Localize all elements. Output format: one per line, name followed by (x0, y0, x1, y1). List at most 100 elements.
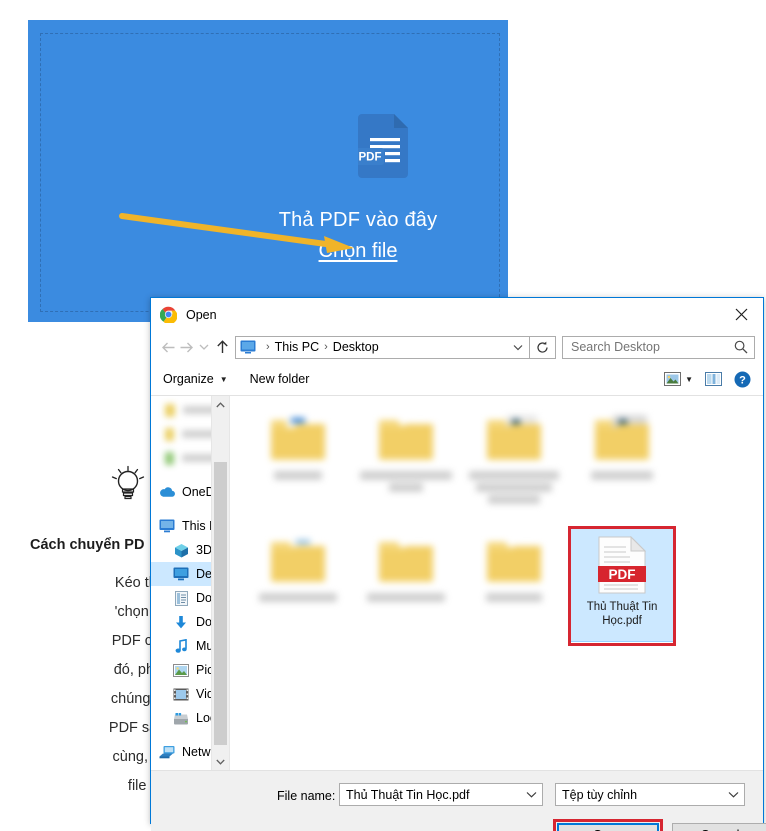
view-layout-icon (664, 371, 682, 386)
dialog-navbar: › This PC › Desktop (151, 331, 763, 363)
file-item-pdf-selected[interactable]: PDF Thủ Thuật Tin Học.pdf (568, 526, 677, 648)
desktop-icon (173, 566, 189, 582)
file-grid: PDF Thủ Thuật Tin Học.pdf (244, 404, 763, 648)
organize-label: Organize (163, 372, 214, 386)
file-item-folder[interactable] (244, 526, 352, 648)
breadcrumb-sep-2: › (324, 341, 328, 353)
scroll-down-button[interactable] (212, 753, 229, 770)
monitor-glyph (240, 340, 256, 354)
navigation-pane: OneDrive This PC (151, 396, 230, 770)
chrome-icon (160, 306, 177, 323)
file-label-blurred (466, 590, 562, 602)
3d-objects-icon (173, 542, 189, 558)
network-icon (159, 744, 175, 760)
recent-locations-button[interactable] (195, 335, 213, 359)
dialog-footer: File name: Tệp tùy chỉnh Open (151, 770, 766, 831)
pdf-file-content: PDF Thủ Thuật Tin Học.pdf (568, 526, 676, 628)
scroll-up-button[interactable] (212, 396, 229, 413)
article-title: Cách chuyển PD (30, 537, 145, 553)
folder-icon (271, 537, 326, 582)
breadcrumb-item-this-pc[interactable]: This PC (275, 340, 319, 354)
open-button[interactable]: Open (557, 823, 659, 831)
svg-text:PDF: PDF (359, 152, 382, 164)
file-item-folder[interactable] (244, 404, 352, 526)
breadcrumb-item-desktop[interactable]: Desktop (333, 340, 379, 354)
chevron-down-icon (513, 344, 523, 350)
chevron-down-icon: ▼ (685, 374, 693, 384)
refresh-button[interactable] (530, 335, 556, 359)
command-bar-right-group: ▼ ? (664, 371, 751, 388)
new-folder-button[interactable]: New folder (250, 372, 310, 386)
chevron-down-icon[interactable] (520, 784, 542, 805)
folder-icon (487, 415, 542, 460)
file-item-folder[interactable] (460, 526, 568, 648)
this-pc-icon (240, 340, 256, 354)
organize-menu-button[interactable]: Organize ▼ (163, 372, 228, 386)
folder-icon (379, 538, 434, 582)
close-icon[interactable] (719, 298, 763, 331)
forward-button[interactable] (177, 335, 195, 359)
up-arrow-icon (216, 340, 228, 353)
file-item-folder[interactable] (568, 404, 676, 526)
back-button[interactable] (159, 335, 177, 359)
documents-icon (173, 590, 189, 606)
choose-file-link[interactable]: Chọn file (208, 240, 508, 263)
file-label-blurred (250, 590, 346, 602)
breadcrumb-dropdown-icon[interactable] (507, 337, 529, 358)
dropzone-dashed-border (40, 33, 500, 312)
file-type-value: Tệp tùy chỉnh (562, 787, 638, 802)
breadcrumb[interactable]: › This PC › Desktop (235, 335, 530, 359)
folder-icon (379, 416, 434, 460)
search-icon (734, 340, 748, 354)
help-button[interactable]: ? (734, 371, 751, 388)
folder-icon (271, 415, 326, 460)
file-label-blurred (250, 468, 346, 480)
search-box[interactable] (562, 335, 755, 359)
onedrive-icon (159, 484, 175, 500)
pdf-document-icon: PDF (358, 114, 408, 178)
chevron-down-icon: ▼ (219, 374, 228, 384)
dialog-body: OneDrive This PC (151, 396, 763, 770)
help-icon: ? (734, 371, 751, 387)
svg-text:?: ? (739, 374, 746, 386)
change-view-button[interactable]: ▼ (664, 371, 693, 387)
file-item-folder[interactable] (460, 404, 568, 526)
refresh-icon (537, 341, 548, 353)
file-name-input[interactable] (340, 786, 520, 803)
videos-icon (173, 686, 189, 702)
chevron-down-glyph (526, 792, 536, 798)
file-label-blurred (358, 590, 454, 602)
preview-pane-button[interactable] (705, 371, 722, 387)
sidebar-scrollbar[interactable] (211, 396, 230, 770)
forward-arrow-icon (180, 342, 193, 352)
preview-pane-icon (705, 371, 722, 386)
file-item-folder[interactable] (352, 404, 460, 526)
search-input[interactable] (569, 339, 734, 355)
open-file-dialog: Open › This PC › Desktop Search Desktop … (150, 297, 766, 831)
cancel-button[interactable]: Cancel (672, 823, 766, 831)
file-name-combo[interactable] (339, 783, 543, 806)
folder-icon (487, 538, 542, 582)
svg-text:PDF: PDF (609, 567, 636, 582)
file-item-folder[interactable] (352, 526, 460, 648)
file-list-pane[interactable]: PDF Thủ Thuật Tin Học.pdf ThuThuatTinHoc… (229, 396, 763, 770)
dropzone-title: Thả PDF vào đây (278, 209, 438, 231)
music-icon (173, 638, 189, 654)
local-disk-icon (173, 710, 189, 726)
pictures-icon (173, 662, 189, 678)
file-type-combo[interactable]: Tệp tùy chỉnh (555, 783, 745, 806)
chevron-down-icon (199, 344, 209, 350)
dialog-title: Open (186, 307, 217, 322)
lightbulb-icon (111, 465, 145, 500)
this-pc-icon (159, 518, 175, 534)
chevron-up-icon (216, 401, 225, 407)
pdf-dropzone[interactable]: PDF Thả PDF vào đây Chọn file TỪ GOOGLE … (28, 20, 703, 322)
chevron-down-icon[interactable] (722, 784, 744, 805)
up-one-level-button[interactable] (213, 335, 231, 359)
scrollbar-thumb[interactable] (214, 462, 228, 745)
file-label-blurred (466, 468, 562, 504)
dialog-titlebar: Open (151, 298, 763, 331)
screenshot-root: PDF Thả PDF vào đây Chọn file TỪ GOOGLE … (0, 0, 766, 831)
pdf-file-label: Thủ Thuật Tin Học.pdf (586, 601, 658, 627)
downloads-icon (173, 614, 189, 630)
